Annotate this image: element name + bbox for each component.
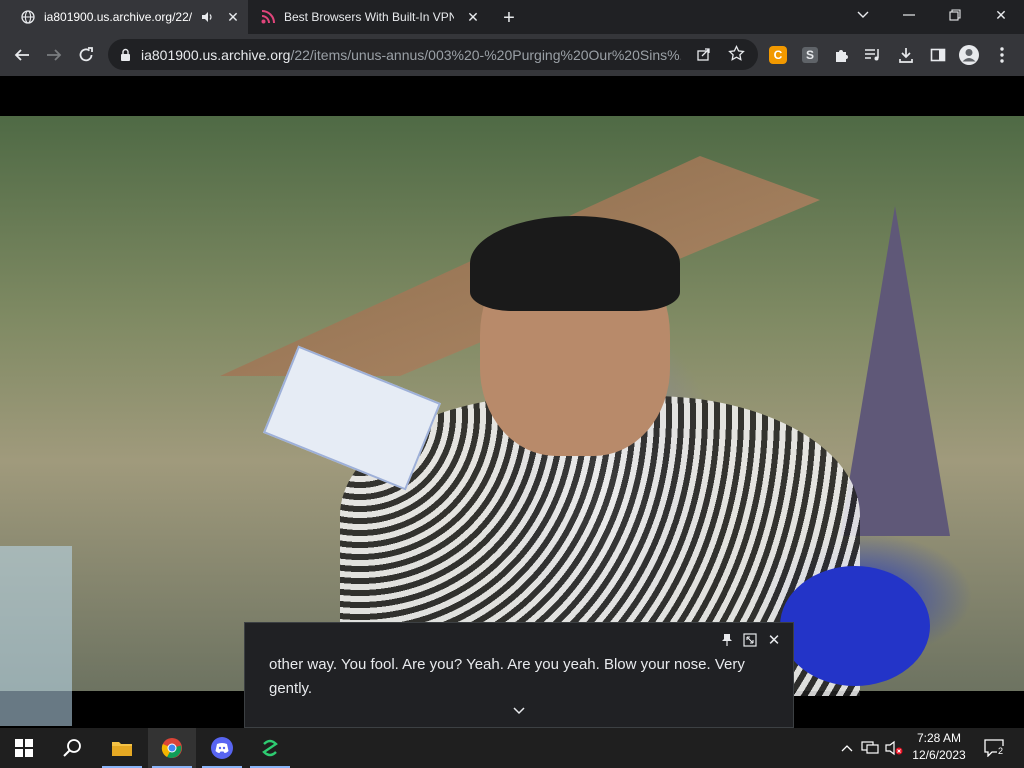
patio-umbrella: [840, 206, 950, 536]
address-bar[interactable]: ia801900.us.archive.org/22/items/unus-an…: [108, 39, 758, 70]
app-green-icon[interactable]: [246, 728, 294, 768]
profile-avatar-icon[interactable]: [958, 44, 980, 66]
restore-icon[interactable]: [932, 0, 978, 30]
menu-kebab-icon[interactable]: [991, 44, 1013, 66]
search-icon[interactable]: [48, 728, 96, 768]
tab-archive[interactable]: ia801900.us.archive.org/22/ ✕: [0, 0, 248, 34]
live-caption-panel[interactable]: ✕ other way. You fool. Are you? Yeah. Ar…: [244, 622, 794, 728]
globe-icon: [20, 9, 36, 25]
pin-icon[interactable]: [718, 631, 736, 649]
notification-center-icon[interactable]: 2: [982, 738, 1006, 758]
system-clock[interactable]: 7:28 AM 12/6/2023: [906, 730, 972, 764]
video-frame: [0, 116, 1024, 726]
expand-icon[interactable]: [741, 631, 759, 649]
clock-date: 12/6/2023: [912, 748, 966, 762]
media-control-icon[interactable]: [862, 44, 884, 66]
tab-vpn-article[interactable]: Best Browsers With Built-In VPN ✕: [252, 0, 488, 34]
tab-audio-icon[interactable]: [198, 8, 216, 26]
volume-muted-icon[interactable]: [884, 738, 904, 758]
bookmark-star-icon[interactable]: [728, 45, 745, 62]
tray-chevron-up-icon[interactable]: [837, 738, 857, 758]
back-arrow-icon[interactable]: [9, 42, 35, 68]
clock-time: 7:28 AM: [916, 731, 962, 745]
tab-close-icon[interactable]: ✕: [464, 8, 482, 26]
tab-strip: ia801900.us.archive.org/22/ ✕ Best Brows…: [0, 0, 1024, 34]
tab-title: ia801900.us.archive.org/22/: [44, 10, 192, 24]
tab-close-icon[interactable]: ✕: [224, 8, 242, 26]
share-icon[interactable]: [696, 46, 712, 62]
caption-text: other way. You fool. Are you? Yeah. Are …: [269, 656, 745, 697]
notification-count: 2: [997, 746, 1005, 756]
windows-start-icon[interactable]: [0, 728, 48, 768]
caption-close-icon[interactable]: ✕: [765, 631, 783, 649]
forward-arrow-icon[interactable]: [41, 42, 67, 68]
minimize-icon[interactable]: [886, 0, 932, 30]
window-close-icon[interactable]: ✕: [978, 0, 1024, 30]
extension-c-icon[interactable]: C: [767, 44, 789, 66]
new-tab-button[interactable]: +: [498, 7, 520, 29]
url-host: ia801900.us.archive.org: [141, 46, 291, 63]
download-icon[interactable]: [895, 44, 917, 66]
person-hair: [470, 216, 680, 311]
side-panel-icon[interactable]: [927, 44, 949, 66]
browser-toolbar: ia801900.us.archive.org/22/items/unus-an…: [0, 34, 1024, 76]
discord-icon[interactable]: [198, 728, 246, 768]
url-text[interactable]: ia801900.us.archive.org/22/items/unus-an…: [141, 47, 681, 63]
network-icon[interactable]: [860, 738, 880, 758]
tab-search-chevron-icon[interactable]: [840, 0, 886, 30]
tab-title: Best Browsers With Built-In VPN: [284, 10, 454, 24]
neti-pot: [780, 566, 930, 686]
chevron-down-icon[interactable]: [510, 703, 528, 719]
url-path: /22/items/unus-annus/003%20-%20Purging%2…: [290, 46, 681, 63]
reload-icon[interactable]: [73, 42, 99, 68]
lock-icon[interactable]: [120, 48, 131, 61]
taskbar: 7:28 AM 12/6/2023 2: [0, 728, 1024, 768]
rss-icon: [260, 9, 276, 25]
extensions-puzzle-icon[interactable]: [831, 44, 853, 66]
chrome-icon[interactable]: [148, 728, 196, 768]
water-bottle: [0, 546, 72, 726]
extension-s-icon[interactable]: S: [799, 44, 821, 66]
file-explorer-icon[interactable]: [98, 728, 146, 768]
